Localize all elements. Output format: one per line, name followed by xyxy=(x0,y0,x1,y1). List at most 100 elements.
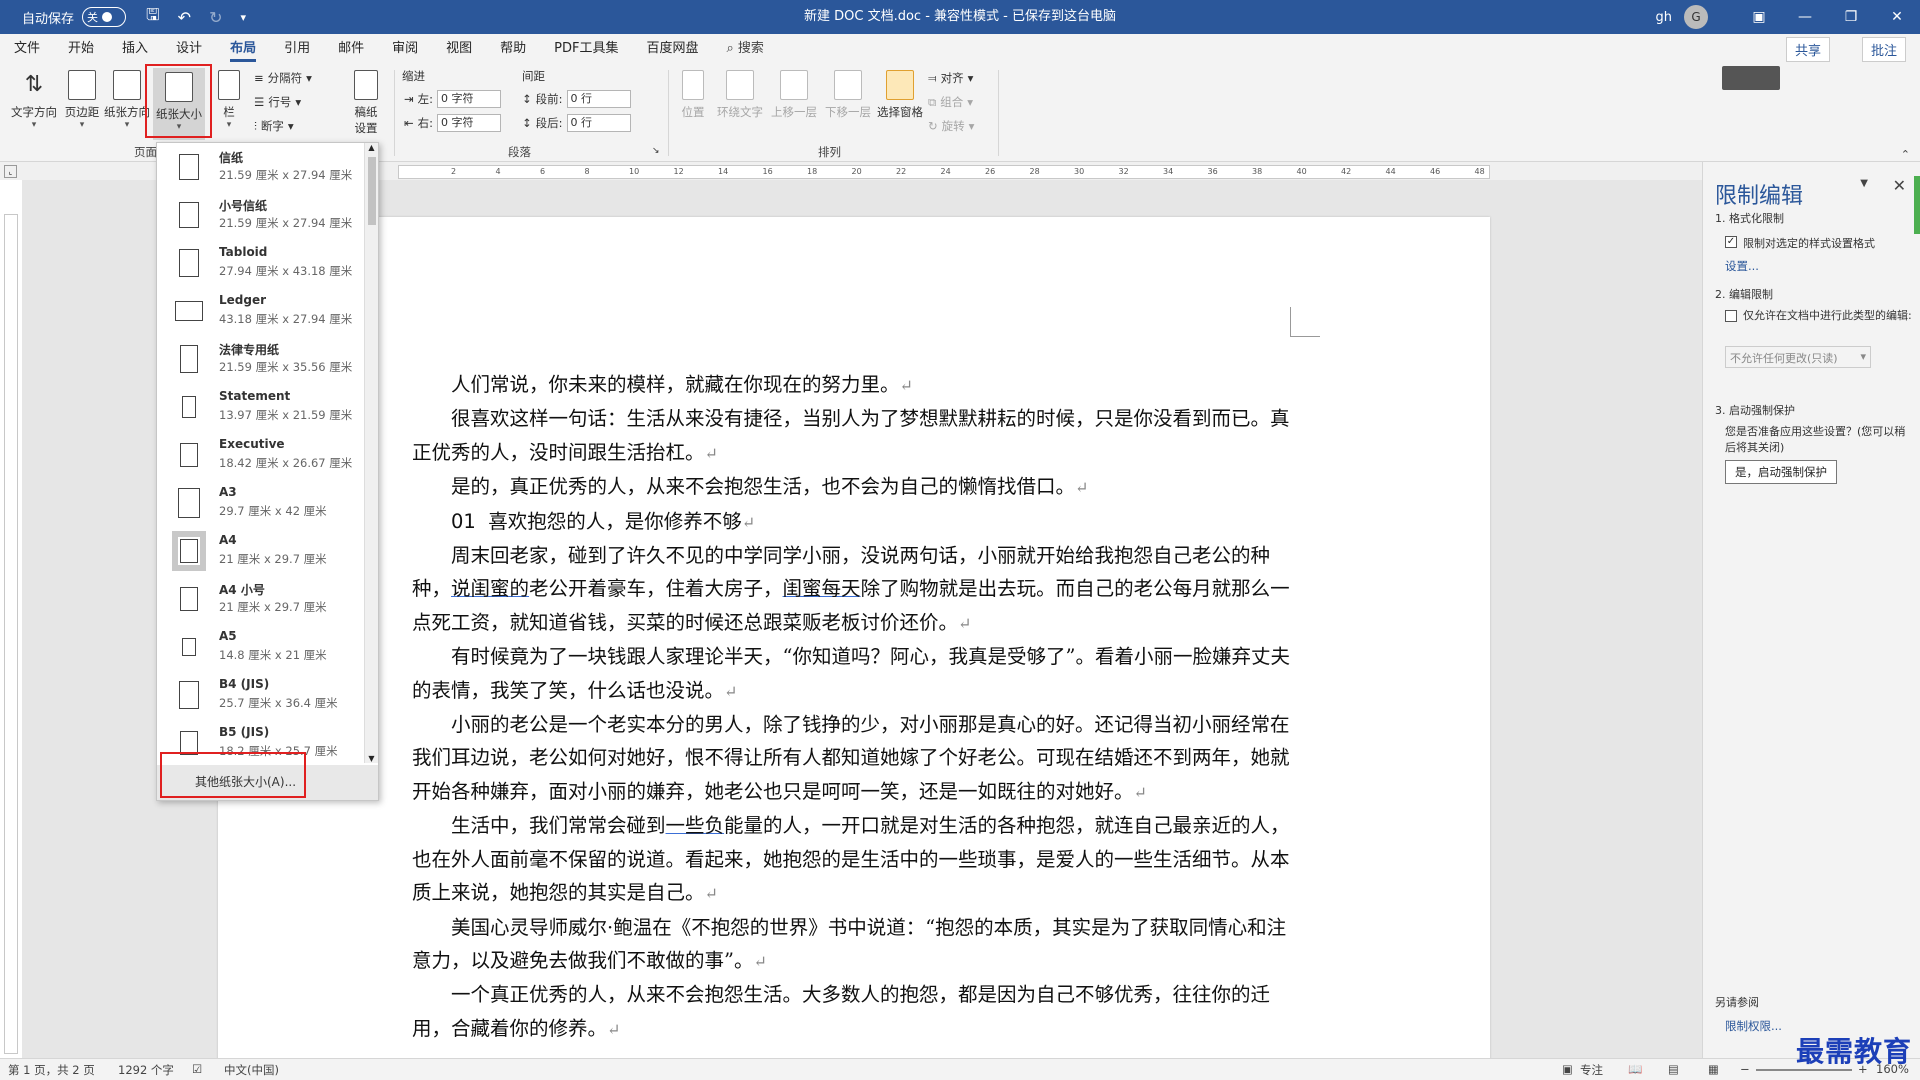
scrollbar-thumb[interactable] xyxy=(368,157,376,225)
tab-insert[interactable]: 插入 xyxy=(108,34,162,64)
paper-size-option[interactable]: Tabloid 27.94 厘米 x 43.18 厘米 xyxy=(157,239,362,287)
paper-size-name: A4 小号 xyxy=(219,583,265,597)
close-icon[interactable]: ✕ xyxy=(1893,176,1906,195)
tab-layout[interactable]: 布局 xyxy=(216,34,270,64)
indent-right-input[interactable]: 0 字符 xyxy=(437,114,502,132)
page-count[interactable]: 第 1 页，共 2 页 xyxy=(8,1062,95,1078)
paper-size-dimensions: 18.42 厘米 x 26.67 厘米 xyxy=(219,456,353,470)
paper-size-option[interactable]: 小号信纸 21.59 厘米 x 27.94 厘米 xyxy=(157,191,362,239)
zoom-out-icon[interactable]: − xyxy=(1740,1062,1750,1076)
paper-size-option[interactable]: Executive 18.42 厘米 x 26.67 厘米 xyxy=(157,431,362,479)
read-mode-icon[interactable]: 📖 xyxy=(1628,1062,1642,1076)
paper-size-option[interactable]: 法律专用纸 21.59 厘米 x 35.56 厘米 xyxy=(157,335,362,383)
tab-baidu-netdisk[interactable]: 百度网盘 xyxy=(632,34,712,64)
scroll-down-icon[interactable]: ▼ xyxy=(365,754,378,763)
paper-size-option[interactable]: B4 (JIS) 25.7 厘米 x 36.4 厘米 xyxy=(157,671,362,719)
collapse-ribbon-icon[interactable]: ⌃ xyxy=(1901,148,1910,161)
breaks-button[interactable]: ≡ 分隔符 ▾ xyxy=(254,70,312,86)
redo-icon[interactable]: ↻ xyxy=(209,8,222,27)
spacing-after-icon: ↕ xyxy=(522,116,532,130)
restore-icon[interactable]: ❐ xyxy=(1828,0,1874,34)
selection-pane-button[interactable]: 选择窗格 xyxy=(874,70,926,120)
tab-pdf-tools[interactable]: PDF工具集 xyxy=(540,34,632,64)
tab-selector-icon[interactable]: ⌞ xyxy=(4,165,17,178)
print-layout-icon[interactable]: ▤ xyxy=(1668,1062,1679,1076)
tab-design[interactable]: 设计 xyxy=(162,34,216,64)
paper-size-option[interactable]: 信纸 21.59 厘米 x 27.94 厘米 xyxy=(157,143,362,191)
hyphenation-button[interactable]: ⫶ 断字 ▾ xyxy=(254,118,294,134)
settings-link[interactable]: 设置... xyxy=(1725,258,1759,274)
proofing-icon[interactable]: ☑ xyxy=(192,1062,202,1076)
paper-size-option[interactable]: A4 小号 21 厘米 x 29.7 厘米 xyxy=(157,575,362,623)
spacing-before-input[interactable]: 0 行 xyxy=(566,90,631,108)
autosave-toggle[interactable]: 关 xyxy=(82,7,127,27)
arrange-group-label: 排列 xyxy=(818,145,841,159)
rotate-button[interactable]: ↻ 旋转 ▾ xyxy=(928,118,974,134)
comment-button[interactable]: 批注 xyxy=(1861,37,1906,62)
ribbon-display-icon[interactable]: ▣ xyxy=(1736,0,1782,34)
group-button[interactable]: ⧉ 组合 ▾ xyxy=(928,94,973,110)
orientation-button[interactable]: 纸张方向 ▾ xyxy=(104,70,150,130)
paragraph-mark: ↵ xyxy=(741,512,756,532)
tab-file[interactable]: 文件 xyxy=(0,34,54,64)
user-name[interactable]: gh xyxy=(1656,10,1673,25)
word-count[interactable]: 1292 个字 xyxy=(118,1062,174,1078)
language[interactable]: 中文(中国) xyxy=(224,1062,279,1078)
draft-paper-button[interactable]: 稿纸设置 xyxy=(348,70,384,136)
close-icon[interactable]: ✕ xyxy=(1874,0,1920,34)
align-button[interactable]: ⫤ 对齐 ▾ xyxy=(928,70,973,86)
paper-size-option[interactable]: Statement 13.97 厘米 x 21.59 厘米 xyxy=(157,383,362,431)
dropdown-scrollbar[interactable]: ▲ ▼ xyxy=(364,143,378,763)
pane-options-icon[interactable]: ▼ xyxy=(1860,178,1868,189)
web-layout-icon[interactable]: ▦ xyxy=(1708,1062,1719,1076)
ruler-tick-label: 44 xyxy=(1385,167,1396,176)
tab-references[interactable]: 引用 xyxy=(270,34,324,64)
line-numbers-button[interactable]: ☰ 行号 ▾ xyxy=(254,94,301,110)
focus-label[interactable]: 专注 xyxy=(1580,1062,1603,1078)
undo-icon[interactable]: ↶ xyxy=(178,8,191,27)
paper-size-option[interactable]: A5 14.8 厘米 x 21 厘米 xyxy=(157,623,362,671)
paragraph-mark: ↵ xyxy=(1075,478,1089,498)
tab-review[interactable]: 审阅 xyxy=(378,34,432,64)
comment-label: 批注 xyxy=(1870,44,1897,59)
columns-button[interactable]: 栏 ▾ xyxy=(214,70,244,130)
avatar[interactable]: G xyxy=(1684,5,1708,29)
margins-button[interactable]: 页边距 ▾ xyxy=(62,70,102,130)
tab-view[interactable]: 视图 xyxy=(432,34,486,64)
editing-checkbox[interactable] xyxy=(1725,310,1737,322)
bring-forward-button[interactable]: 上移一层 xyxy=(768,70,820,120)
save-icon[interactable]: 🖫 xyxy=(146,4,160,31)
document-body[interactable]: 人们常说，你未来的模样，就藏在你现在的努力里。↵ 很喜欢这样一句话：生活从来没有… xyxy=(412,368,1300,1038)
paper-size-option[interactable]: A4 21 厘米 x 29.7 厘米 xyxy=(157,527,362,575)
send-backward-button[interactable]: 下移一层 xyxy=(822,70,874,120)
pane-scrollbar[interactable] xyxy=(1914,176,1920,234)
tab-home[interactable]: 开始 xyxy=(54,34,108,64)
paragraph-dialog-launcher-icon[interactable]: ↘ xyxy=(652,146,660,156)
paper-size-option[interactable]: Ledger 43.18 厘米 x 27.94 厘米 xyxy=(157,287,362,335)
scroll-up-icon[interactable]: ▲ xyxy=(365,143,378,152)
wrap-text-button[interactable]: 环绕文字 xyxy=(714,70,766,120)
spacing-after-input[interactable]: 0 行 xyxy=(566,114,631,132)
tab-help[interactable]: 帮助 xyxy=(486,34,540,64)
pen-icon[interactable] xyxy=(1722,66,1780,90)
tab-mailings[interactable]: 邮件 xyxy=(324,34,378,64)
editing-type-dropdown[interactable]: 不允许任何更改(只读) ▾ xyxy=(1725,346,1871,368)
paper-size-option[interactable]: A3 29.7 厘米 x 42 厘米 xyxy=(157,479,362,527)
ruler-tick-label: 10 xyxy=(629,167,640,176)
start-enforcement-button[interactable]: 是，启动强制保护 xyxy=(1725,460,1837,484)
position-button[interactable]: 位置 xyxy=(674,70,712,120)
search-box[interactable]: ⌕ 搜索 xyxy=(713,34,778,64)
share-button[interactable]: 共享 xyxy=(1785,37,1830,62)
horizontal-ruler[interactable]: 2 4 6 8 10 12 14 16 18 20 22 24 26 28 30 32 34 36 38 40 42 44… xyxy=(398,165,1490,179)
formatting-checkbox[interactable]: ✓ xyxy=(1725,236,1737,248)
restrict-permission-link[interactable]: 限制权限... xyxy=(1725,1018,1782,1034)
page-setup-group-label: 页面 xyxy=(134,145,157,159)
text-direction-button[interactable]: ⇅ 文字方向 ▾ xyxy=(8,70,60,130)
customize-quick-access-icon[interactable]: ▾ xyxy=(240,11,246,24)
paragraph-text: 一个真正优秀的人，从来不会抱怨生活。大多数人的抱怨，都是因为自己不够优秀，往往你… xyxy=(412,983,1271,1039)
focus-icon[interactable]: ▣ xyxy=(1562,1062,1573,1076)
search-label: 搜索 xyxy=(737,41,764,56)
minimize-icon[interactable]: — xyxy=(1782,0,1828,34)
indent-left-input[interactable]: 0 字符 xyxy=(437,90,502,108)
vertical-ruler[interactable] xyxy=(4,214,18,1054)
